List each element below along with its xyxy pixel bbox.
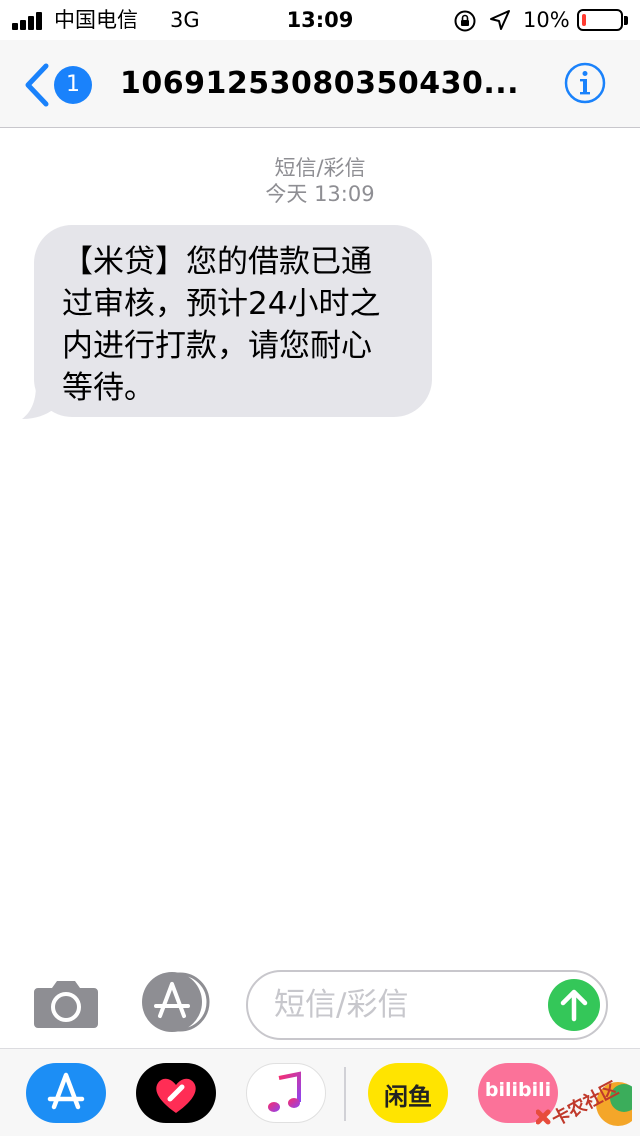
message-line: 过审核，预计24小时之 (62, 286, 381, 322)
rotation-lock-icon (454, 10, 476, 32)
unread-badge: 1 (54, 66, 92, 104)
message-line: 内进行打款，请您耐心 (62, 328, 372, 364)
music-note-icon (268, 1071, 301, 1112)
chevron-left-icon (25, 63, 49, 107)
battery-icon (577, 9, 623, 31)
location-arrow-icon (490, 10, 510, 30)
app-store-apps-icon[interactable] (140, 970, 212, 1034)
message-type-label: 短信/彩信 (274, 156, 366, 180)
battery-percentage: 10% (523, 8, 570, 32)
app-store-icon[interactable] (26, 1063, 106, 1123)
app-drawer-divider (344, 1067, 346, 1121)
send-button[interactable] (548, 979, 600, 1031)
xianyu-icon[interactable]: 闲鱼 (368, 1063, 448, 1123)
message-timestamp: 今天 13:09 (265, 182, 375, 206)
back-button[interactable]: 1 (22, 62, 92, 108)
status-bar: 中国电信 3G 13:09 10% (0, 0, 640, 40)
arrow-up-icon (560, 989, 588, 1022)
battery-tip (624, 16, 628, 25)
info-icon[interactable] (564, 62, 606, 104)
xianyu-label: 闲鱼 (384, 1083, 432, 1111)
message-line: 等待。 (62, 370, 155, 406)
incoming-message[interactable]: 【米贷】您的借款已通 过审核，预计24小时之 内进行打款，请您耐心 等待。 (22, 225, 434, 420)
heart-icon (156, 1078, 196, 1113)
watermark-logo: 卡农社区 (536, 1077, 632, 1130)
music-icon[interactable] (246, 1063, 326, 1123)
message-input[interactable]: 短信/彩信 (246, 970, 608, 1040)
message-bubble: 【米贷】您的借款已通 过审核，预计24小时之 内进行打款，请您耐心 等待。 (34, 225, 432, 417)
app-store-glyph (47, 1072, 85, 1110)
message-line: 【米贷】您的借款已通 (62, 244, 372, 280)
camera-icon[interactable] (32, 978, 100, 1030)
battery-level (582, 14, 586, 26)
conversation-title[interactable]: 10691253080350430... (120, 64, 520, 104)
digital-touch-icon[interactable] (136, 1063, 216, 1123)
message-input-placeholder: 短信/彩信 (274, 987, 409, 1023)
navigation-bar: 1 10691253080350430... (0, 40, 640, 128)
